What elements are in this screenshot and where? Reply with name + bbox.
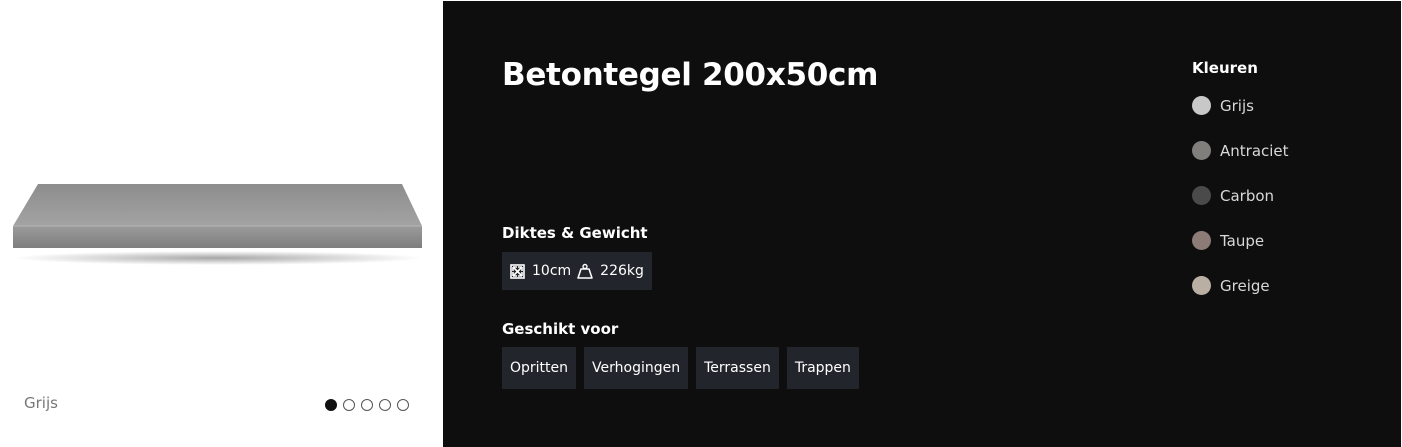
specs-heading: Diktes & Gewicht bbox=[502, 224, 648, 242]
color-options: Grijs Antraciet Carbon Taupe Greige bbox=[1192, 94, 1289, 297]
gallery-color-caption: Grijs bbox=[24, 394, 58, 412]
color-label: Carbon bbox=[1220, 186, 1275, 205]
carousel-dots bbox=[325, 399, 409, 411]
product-info-panel: Betontegel 200x50cm Diktes & Gewicht 10c… bbox=[443, 1, 1401, 447]
usage-heading: Geschikt voor bbox=[502, 320, 619, 338]
usage-tag-terrassen: Terrassen bbox=[696, 347, 779, 389]
color-label: Antraciet bbox=[1220, 141, 1289, 160]
color-label: Taupe bbox=[1220, 231, 1265, 250]
product-image bbox=[13, 184, 423, 265]
carousel-dot-5[interactable] bbox=[397, 399, 409, 411]
color-option-antraciet[interactable]: Antraciet bbox=[1192, 139, 1289, 162]
usage-tag-opritten: Opritten bbox=[502, 347, 577, 389]
color-swatch bbox=[1192, 141, 1211, 160]
color-option-grijs[interactable]: Grijs bbox=[1192, 94, 1289, 117]
thickness-spec: 10cm bbox=[510, 263, 571, 279]
weight-icon bbox=[577, 263, 593, 279]
weight-value: 226kg bbox=[600, 263, 644, 279]
thickness-value: 10cm bbox=[532, 263, 572, 279]
carousel-dot-2[interactable] bbox=[343, 399, 355, 411]
product-title: Betontegel 200x50cm bbox=[502, 57, 879, 93]
color-option-carbon[interactable]: Carbon bbox=[1192, 184, 1289, 207]
usage-tag-verhogingen: Verhogingen bbox=[584, 347, 689, 389]
color-swatch bbox=[1192, 231, 1211, 250]
color-swatch bbox=[1192, 186, 1211, 205]
usage-list: Opritten Verhogingen Terrassen Trappen bbox=[502, 347, 859, 389]
usage-tag-trappen: Trappen bbox=[786, 347, 859, 389]
colors-heading: Kleuren bbox=[1192, 59, 1258, 77]
weight-spec: 226kg bbox=[577, 263, 644, 279]
carousel-dot-4[interactable] bbox=[379, 399, 391, 411]
product-gallery: Grijs bbox=[0, 0, 443, 447]
color-option-taupe[interactable]: Taupe bbox=[1192, 229, 1289, 252]
color-label: Grijs bbox=[1220, 96, 1254, 115]
color-swatch bbox=[1192, 96, 1211, 115]
dimensions-icon bbox=[510, 263, 525, 279]
carousel-dot-1[interactable] bbox=[325, 399, 337, 411]
color-option-greige[interactable]: Greige bbox=[1192, 274, 1289, 297]
specs-box: 10cm 226kg bbox=[502, 252, 652, 290]
color-swatch bbox=[1192, 276, 1211, 295]
color-label: Greige bbox=[1220, 276, 1270, 295]
carousel-dot-3[interactable] bbox=[361, 399, 373, 411]
